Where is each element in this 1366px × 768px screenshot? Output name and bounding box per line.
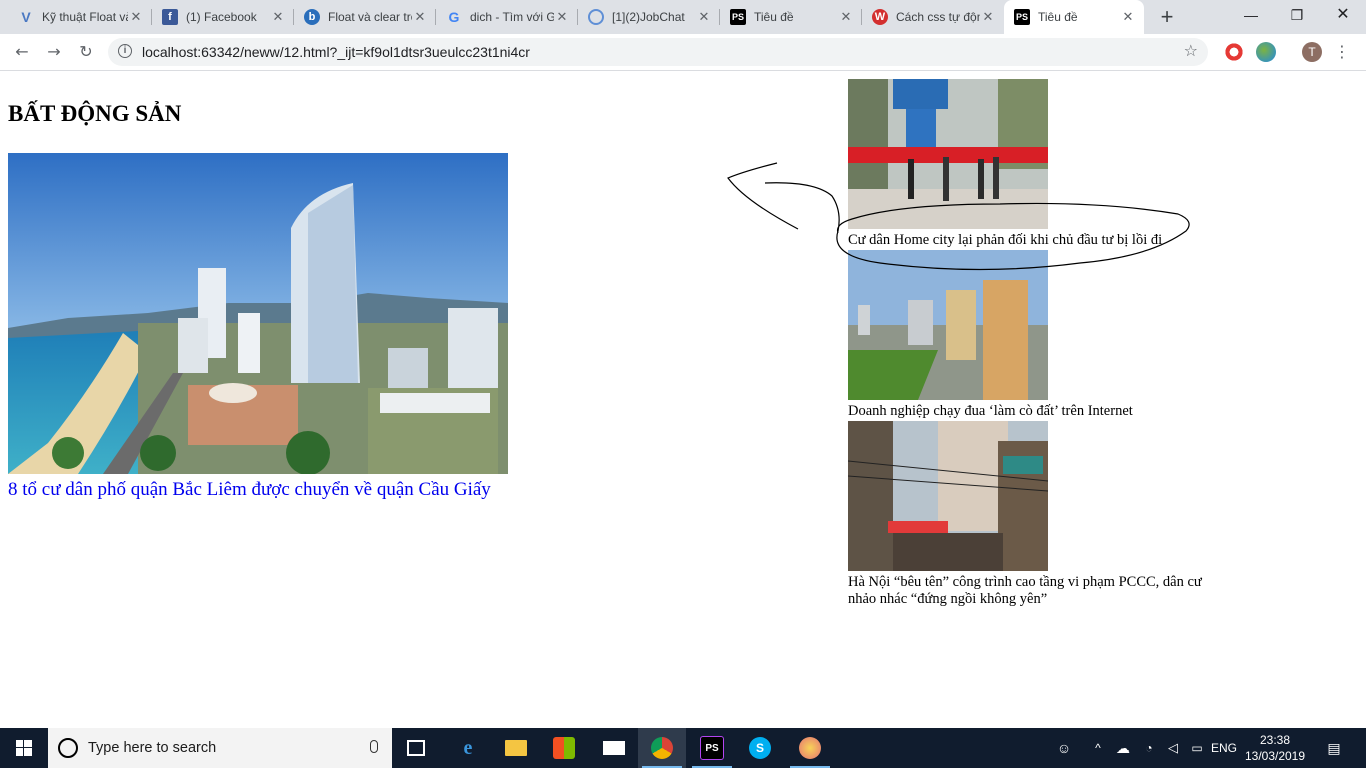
network-icon[interactable]: ◔ (1138, 728, 1160, 768)
tab-title: Kỹ thuật Float và clear (42, 10, 128, 24)
tab-title: (1) Facebook (186, 10, 257, 24)
forward-button[interactable]: → (42, 40, 66, 64)
phpstorm-icon: PS (1014, 9, 1030, 25)
close-icon[interactable]: ✕ (554, 9, 570, 25)
side-article-3[interactable]: Hà Nội “bêu tên” công trình cao tầng vi … (848, 421, 1208, 608)
tab-7[interactable]: W Cách css tự động ✕ (862, 0, 1004, 34)
side-article-1[interactable]: Cư dân Home city lại phản đối khi chủ đầ… (848, 79, 1208, 249)
close-icon[interactable]: ✕ (696, 9, 712, 25)
reload-button[interactable]: ↻ (74, 40, 98, 64)
bookmark-star-icon[interactable]: ☆ (1184, 41, 1198, 60)
phpstorm-icon: PS (730, 9, 746, 25)
side-article-title[interactable]: Hà Nội “bêu tên” công trình cao tầng vi … (848, 574, 1208, 608)
windows-logo-icon (16, 740, 32, 756)
onedrive-icon[interactable]: ☁ (1112, 728, 1134, 768)
clock-time: 23:38 (1259, 733, 1291, 747)
main-article-image[interactable] (8, 153, 508, 474)
chrome-icon[interactable] (638, 728, 686, 768)
tab-title: dich - Tìm với Google (470, 10, 554, 24)
tab-title: Float và clear trong CSS (328, 10, 412, 24)
section-title: BẤT ĐỘNG SẢN (8, 101, 182, 126)
tab-title: Cách css tự động (896, 10, 980, 24)
mail-icon[interactable] (590, 728, 638, 768)
side-article-image[interactable] (848, 421, 1048, 571)
tab-5[interactable]: [1](2)JobChat ✕ (578, 0, 720, 34)
store-icon[interactable] (540, 728, 588, 768)
tab-title: Tiêu đề (1038, 10, 1078, 24)
close-icon[interactable]: ✕ (980, 9, 996, 25)
tab-8-active[interactable]: PS Tiêu đề ✕ (1004, 0, 1144, 34)
people-icon[interactable]: ☺ (1052, 728, 1076, 768)
side-article-image[interactable] (848, 250, 1048, 400)
jobchat-icon (588, 9, 604, 25)
w-icon: W (872, 9, 888, 25)
city-coastline-photo (8, 153, 508, 474)
extension-icon[interactable] (1224, 42, 1244, 62)
edge-icon[interactable]: e (444, 728, 492, 768)
v-icon: V (21, 9, 31, 25)
close-icon[interactable]: ✕ (838, 9, 854, 25)
chevron-up-icon[interactable]: ^ (1088, 728, 1108, 768)
windows-taskbar: Type here to search e PS S ☺ ^ ☁ ◔ ◁ ▭ E… (0, 728, 1366, 768)
side-article-title[interactable]: Doanh nghiệp chạy đua ‘làm cò đất’ trên … (848, 403, 1208, 420)
facebook-icon: f (162, 9, 178, 25)
close-icon[interactable]: ✕ (1120, 9, 1136, 25)
microphone-icon[interactable] (370, 740, 378, 753)
phpstorm-icon[interactable]: PS (688, 728, 736, 768)
bing-icon: b (304, 9, 320, 25)
skype-icon[interactable]: S (736, 728, 784, 768)
start-button[interactable] (0, 728, 48, 768)
taskbar-clock[interactable]: 23:38 13/03/2019 (1244, 732, 1306, 764)
close-icon[interactable]: ✕ (270, 9, 286, 25)
tab-title: [1](2)JobChat (612, 10, 685, 24)
file-explorer-icon[interactable] (492, 728, 540, 768)
extension-globe-icon[interactable] (1256, 42, 1276, 62)
google-icon: G (448, 9, 460, 25)
side-article-image[interactable] (848, 79, 1048, 229)
url-text[interactable]: localhost:63342/neww/12.html?_ijt=kf9ol1… (142, 44, 530, 60)
battery-icon[interactable]: ▭ (1186, 728, 1208, 768)
tab-4[interactable]: G dich - Tìm với Google ✕ (436, 0, 578, 34)
side-article-2[interactable]: Doanh nghiệp chạy đua ‘làm cò đất’ trên … (848, 250, 1208, 420)
apartment-towers-photo (848, 250, 1048, 400)
page-content: BẤT ĐỘNG SẢN 8 tổ cư dân phố quận Bắc Li… (0, 71, 1366, 728)
browser-toolbar: ← → ↻ i localhost:63342/neww/12.html?_ij… (0, 34, 1366, 71)
volume-muted-icon[interactable]: ◁ (1162, 728, 1184, 768)
notification-icon[interactable]: ▤ (1320, 728, 1348, 768)
back-button[interactable]: ← (10, 40, 34, 64)
tab-title: Tiêu đề (754, 10, 794, 24)
protest-banner-photo (848, 79, 1048, 229)
restore-button[interactable]: ❐ (1274, 0, 1320, 30)
tab-strip: V Kỹ thuật Float và clear ✕ f (1) Facebo… (0, 0, 1366, 34)
close-icon[interactable]: ✕ (412, 9, 428, 25)
street-buildings-photo (848, 421, 1048, 571)
tab-2[interactable]: f (1) Facebook ✕ (152, 0, 294, 34)
new-tab-button[interactable]: + (1154, 4, 1180, 30)
address-bar[interactable]: i localhost:63342/neww/12.html?_ijt=kf9o… (108, 38, 1208, 66)
close-icon[interactable]: ✕ (128, 9, 144, 25)
taskbar-search-placeholder: Type here to search (88, 740, 217, 756)
tab-6[interactable]: PS Tiêu đề ✕ (720, 0, 862, 34)
tab-1[interactable]: V Kỹ thuật Float và clear ✕ (8, 0, 152, 34)
taskbar-search[interactable]: Type here to search (48, 728, 392, 768)
language-indicator[interactable]: ENG (1208, 728, 1240, 768)
paint-icon[interactable] (786, 728, 834, 768)
avatar[interactable]: T (1302, 42, 1322, 62)
main-article-link[interactable]: 8 tổ cư dân phố quận Bắc Liêm được chuyể… (8, 479, 491, 501)
menu-kebab-icon[interactable]: ⋮ (1334, 40, 1350, 64)
info-icon[interactable]: i (118, 44, 132, 58)
task-view-icon[interactable] (392, 728, 440, 768)
cortana-icon (58, 738, 78, 758)
tab-3[interactable]: b Float và clear trong CSS ✕ (294, 0, 436, 34)
side-article-title[interactable]: Cư dân Home city lại phản đối khi chủ đầ… (848, 232, 1208, 249)
clock-date: 13/03/2019 (1244, 749, 1306, 763)
minimize-button[interactable]: — (1228, 0, 1274, 30)
close-window-button[interactable]: ✕ (1320, 0, 1366, 30)
